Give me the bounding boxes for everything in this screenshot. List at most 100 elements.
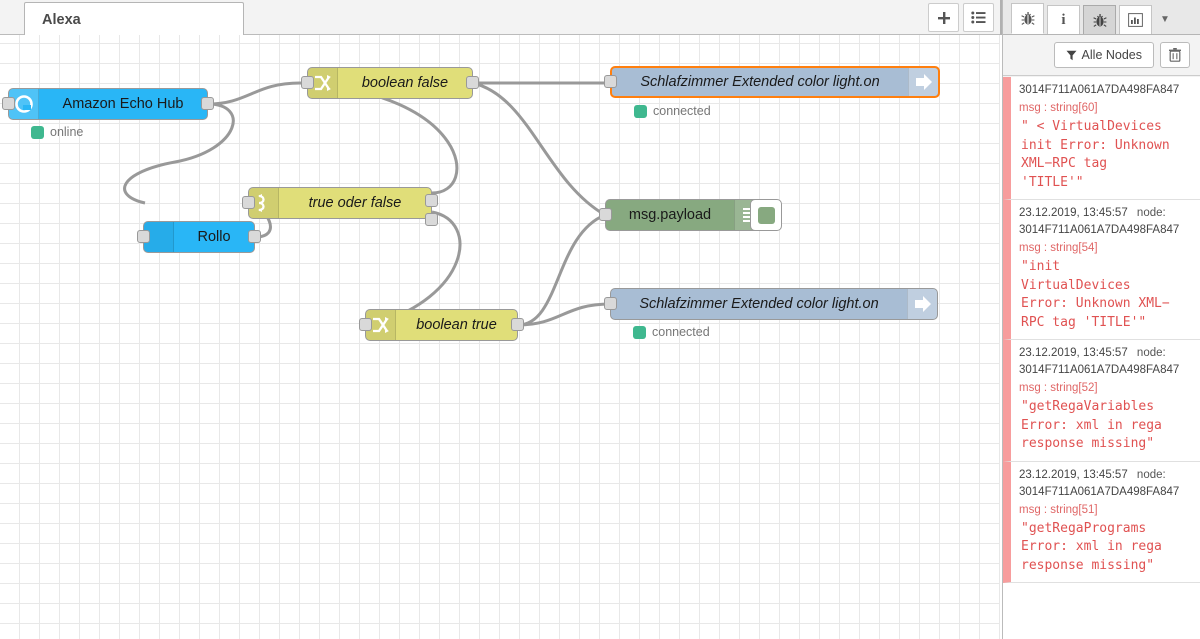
debug-enable-toggle[interactable] (750, 199, 782, 231)
funnel-icon (1066, 50, 1077, 60)
node-input-port[interactable] (2, 97, 15, 110)
status-dot-icon (31, 125, 44, 139)
node-status-label: online (50, 125, 84, 139)
node-output-port[interactable] (248, 230, 261, 243)
node-input-port[interactable] (301, 76, 314, 89)
debug-message[interactable]: 23.12.2019, 13:45:57 node: 3014F711A061A… (1003, 200, 1200, 340)
node-output-port[interactable] (511, 318, 524, 331)
flow-tab-label: Alexa (42, 11, 81, 28)
node-label: Schlafzimmer Extended color light.on (640, 74, 880, 90)
node-input-port[interactable] (604, 75, 617, 88)
debug-message-payload: "getRegaPrograms Error: xml in rega resp… (1021, 520, 1162, 573)
node-true-oder-false[interactable]: true oder false (242, 187, 438, 226)
node-label: boolean true (416, 317, 497, 333)
sidebar: i ▼ Alle Nodes 3014F711A061A7DA498FA847 … (1002, 0, 1200, 639)
node-input-port[interactable] (359, 318, 372, 331)
debug-message[interactable]: 23.12.2019, 13:45:57 node: 3014F711A061A… (1003, 461, 1200, 583)
arrow-right-icon (908, 68, 938, 96)
node-rollo[interactable]: Rollo (137, 221, 261, 253)
node-label: msg.payload (628, 207, 712, 223)
sidebar-tab-dashboard[interactable] (1119, 5, 1152, 34)
debug-message-payload: "getRegaVariables Error: xml in rega res… (1021, 399, 1162, 451)
flow-tab-bar: Alexa (0, 0, 1000, 36)
node-input-port[interactable] (599, 208, 612, 221)
debug-message-type: msg : string[52] (1019, 382, 1098, 394)
node-schlafzimmer-light-on-2[interactable]: Schlafzimmer Extended color light.on con… (604, 288, 938, 339)
status-dot-icon (633, 325, 646, 339)
node-label: boolean false (361, 75, 449, 91)
debug-message[interactable]: 23.12.2019, 13:45:57 node: 3014F711A061A… (1003, 340, 1200, 462)
node-debug-msg-payload[interactable]: msg.payload (599, 199, 782, 231)
plus-icon (937, 11, 950, 24)
bug-icon (1092, 13, 1107, 27)
node-output-port-1[interactable] (425, 194, 438, 207)
debug-message-timestamp: 23.12.2019, 13:45:57 node: (1019, 205, 1192, 222)
debug-message-list[interactable]: 3014F711A061A7DA498FA847 msg : string[60… (1003, 77, 1200, 639)
debug-message-timestamp: 23.12.2019, 13:45:57 node: (1019, 345, 1192, 362)
node-label: true oder false (308, 195, 402, 211)
list-icon (971, 11, 986, 24)
node-output-port-2[interactable] (425, 213, 438, 226)
debug-message-source: 3014F711A061A7DA498FA847 (1019, 84, 1180, 96)
info-icon: i (1061, 11, 1066, 28)
wire-booltrue-to-debug (517, 213, 606, 327)
flow-canvas[interactable]: Amazon Echo Hub online Rollo boolean fal… (0, 35, 1000, 639)
timestamp-text: 23.12.2019, 13:45:57 (1019, 207, 1128, 219)
timestamp-text: 23.12.2019, 13:45:57 (1019, 347, 1128, 359)
node-status-label: connected (652, 325, 710, 339)
node-amazon-echo-hub[interactable]: Amazon Echo Hub online (2, 88, 214, 139)
debug-message-payload: "init VirtualDevices Error: Unknown XML−… (1021, 259, 1170, 330)
node-status: connected (634, 104, 711, 118)
node-label: Amazon Echo Hub (62, 96, 184, 112)
node-label: Rollo (197, 229, 231, 245)
chevron-down-icon: ▼ (1160, 14, 1170, 25)
sidebar-more-tabs-button[interactable]: ▼ (1155, 5, 1175, 34)
debug-message-type: msg : string[51] (1019, 503, 1098, 516)
bug-icon (1020, 12, 1035, 25)
sidebar-tab-strip: i ▼ (1003, 0, 1200, 35)
status-dot-icon (634, 104, 647, 118)
timestamp-text: 23.12.2019, 13:45:57 (1019, 468, 1128, 481)
node-input-port[interactable] (604, 297, 617, 310)
flow-tab-alexa[interactable]: Alexa (24, 2, 244, 36)
flow-list-button[interactable] (963, 3, 994, 32)
debug-message-source: 3014F711A061A7DA498FA847 (1019, 485, 1180, 498)
node-status-label: connected (653, 104, 711, 118)
clear-debug-button[interactable] (1160, 42, 1190, 68)
sidebar-tab-info[interactable]: i (1047, 5, 1080, 34)
node-input-port[interactable] (137, 230, 150, 243)
sidebar-tab-debug-messages[interactable] (1083, 5, 1116, 34)
node-red-editor: Alexa Amazon Echo Hub online Rollo boole… (0, 0, 1200, 639)
filter-nodes-button[interactable]: Alle Nodes (1053, 42, 1154, 68)
debug-message-type: msg : string[60] (1019, 102, 1098, 114)
node-schlafzimmer-light-on-1[interactable]: Schlafzimmer Extended color light.on con… (604, 66, 940, 118)
chart-bars-icon (1128, 13, 1143, 27)
debug-message[interactable]: 3014F711A061A7DA498FA847 msg : string[60… (1003, 77, 1200, 200)
node-output-port[interactable] (201, 97, 214, 110)
add-flow-button[interactable] (928, 3, 959, 32)
node-boolean-true[interactable]: boolean true (359, 309, 524, 341)
node-boolean-false[interactable]: boolean false (301, 67, 479, 99)
node-output-port[interactable] (466, 76, 479, 89)
node-status: connected (633, 325, 710, 339)
debug-message-type: msg : string[54] (1019, 242, 1098, 254)
node-input-port[interactable] (242, 196, 255, 209)
flow-tab-actions (928, 3, 994, 32)
node-label-text: node: (1136, 468, 1166, 481)
debug-message-source: 3014F711A061A7DA498FA847 (1019, 224, 1180, 236)
wire-switch-out1-to-boolfalse (299, 81, 459, 195)
node-label: Schlafzimmer Extended color light.on (639, 296, 879, 312)
filter-nodes-label: Alle Nodes (1081, 48, 1142, 62)
node-label-text: node: (1136, 347, 1166, 359)
node-status: online (31, 125, 83, 139)
debug-message-payload: " < VirtualDevices init Error: Unknown X… (1021, 119, 1170, 190)
debug-message-timestamp: 23.12.2019, 13:45:57 node: (1019, 467, 1192, 484)
wire-echo-to-boolfalse (207, 81, 301, 106)
sidebar-tab-debug[interactable] (1011, 3, 1044, 34)
debug-message-source: 3014F711A061A7DA498FA847 (1019, 364, 1180, 376)
node-label-text: node: (1136, 207, 1166, 219)
debug-toolbar: Alle Nodes (1003, 35, 1200, 76)
wire-boolfalse-to-debug (472, 81, 606, 217)
trash-icon (1169, 48, 1181, 62)
arrow-right-icon (907, 289, 937, 319)
